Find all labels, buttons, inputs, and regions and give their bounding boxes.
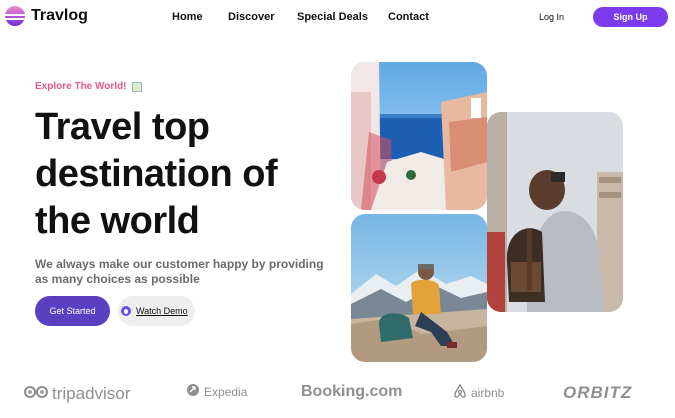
partner-tripadvisor: tripadvisor — [24, 383, 130, 404]
hero-headline: Travel top destination of the world — [35, 104, 335, 245]
photo-santorini — [351, 62, 487, 210]
owl-eyes-icon — [24, 383, 48, 404]
nav-discover[interactable]: Discover — [228, 11, 274, 23]
partner-booking: Booking.com — [301, 383, 402, 401]
watch-demo-button[interactable]: Watch Demo — [118, 296, 195, 326]
headline-line-1: Travel top — [35, 106, 210, 148]
play-icon — [121, 306, 131, 316]
partner-name: airbnb — [471, 385, 505, 400]
headline-line-3: the world — [35, 200, 200, 242]
airbnb-belo-icon — [453, 383, 467, 402]
partner-name: ORBITZ — [563, 383, 633, 402]
hero-eyebrow: Explore The World! — [35, 81, 142, 92]
travlog-logo-icon — [5, 6, 25, 26]
eyebrow-text: Explore The World! — [35, 81, 127, 92]
signup-button[interactable]: Sign Up — [593, 7, 668, 27]
partner-airbnb: airbnb — [453, 383, 504, 402]
photo-hiker — [351, 214, 487, 362]
partner-orbitz: ORBITZ — [563, 383, 632, 403]
brand-logo[interactable]: Travlog — [5, 6, 88, 26]
login-link[interactable]: Log In — [539, 12, 564, 22]
nav-contact[interactable]: Contact — [388, 11, 429, 23]
watch-demo-label: Watch Demo — [136, 306, 188, 316]
partner-expedia: Expedia — [186, 383, 247, 400]
partner-name: Booking.com — [301, 383, 403, 400]
hero-subtext: We always make our customer happy by pro… — [35, 257, 324, 286]
nav-home[interactable]: Home — [172, 11, 203, 23]
broken-image-icon — [131, 81, 142, 92]
partner-name: tripadvisor — [52, 383, 131, 403]
nav-special-deals[interactable]: Special Deals — [297, 11, 368, 23]
photo-photographer — [487, 112, 623, 312]
globe-icon — [186, 383, 200, 400]
partner-name: Expedia — [204, 384, 248, 399]
headline-line-2: destination of — [35, 153, 278, 195]
brand-name: Travlog — [31, 7, 88, 24]
get-started-button[interactable]: Get Started — [35, 296, 110, 326]
